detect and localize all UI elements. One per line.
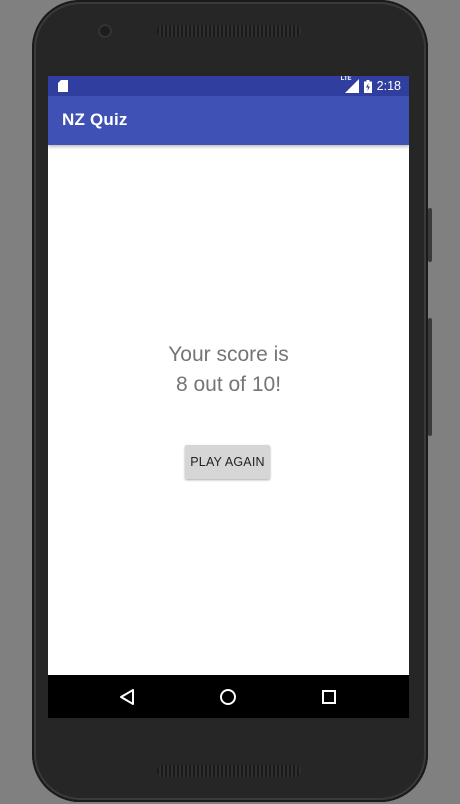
device-screen: LTE 2:18 NZ Quiz Your score is 8 out of … [48, 76, 409, 718]
battery-icon [363, 79, 372, 93]
emulator-frame: LTE 2:18 NZ Quiz Your score is 8 out of … [0, 0, 460, 804]
back-button[interactable] [114, 684, 140, 710]
lte-signal-icon: LTE [340, 76, 359, 93]
sd-card-icon [58, 80, 68, 92]
back-triangle-icon [120, 689, 134, 705]
bottom-speaker-grille [157, 765, 301, 777]
home-circle-icon [220, 689, 236, 705]
play-again-button[interactable]: PLAY AGAIN [185, 445, 270, 479]
recents-square-icon [322, 690, 336, 704]
status-indicators: LTE 2:18 [340, 76, 401, 94]
front-camera [100, 26, 110, 36]
volume-rocker[interactable] [428, 318, 432, 436]
status-clock: 2:18 [376, 79, 401, 93]
score-line-1: Your score is [168, 343, 289, 366]
top-speaker-grille [157, 25, 301, 37]
status-bar: LTE 2:18 [48, 76, 409, 96]
score-line-2: 8 out of 10! [175, 373, 282, 396]
recents-button[interactable] [316, 684, 342, 710]
home-button[interactable] [215, 684, 241, 710]
app-toolbar: NZ Quiz [48, 96, 409, 145]
navigation-bar [48, 675, 409, 718]
power-button[interactable] [428, 208, 432, 262]
lte-label: LTE [340, 76, 352, 82]
app-title: NZ Quiz [62, 110, 128, 129]
score-message: Your score is 8 out of 10! [48, 340, 409, 400]
